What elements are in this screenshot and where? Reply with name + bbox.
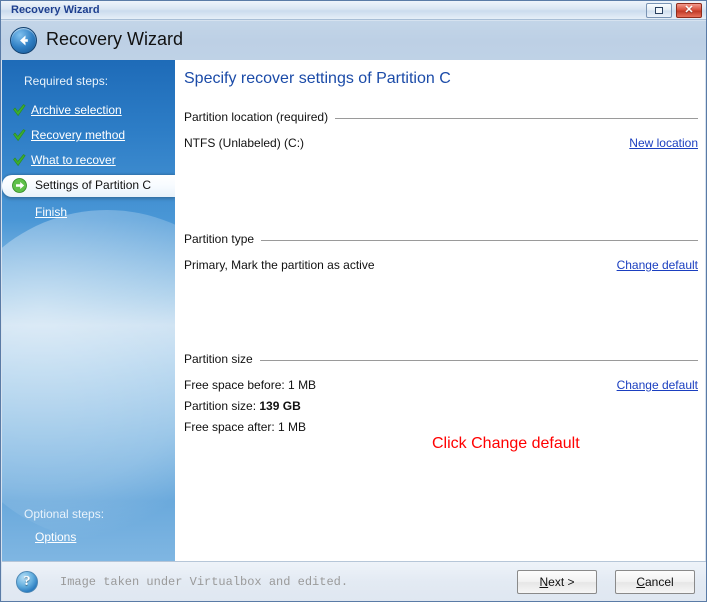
section-heading: Partition size [184,352,260,366]
section-divider [184,240,698,241]
sidebar-item-options[interactable]: Options [35,530,76,544]
page-title: Specify recover settings of Partition C [184,70,451,87]
wizard-sidebar: Required steps: Archive selection Recove… [2,60,175,561]
check-icon [12,128,27,143]
section-heading: Partition type [184,232,262,246]
sidebar-item-label: Finish [35,205,68,219]
partition-size-number: 139 GB [259,399,301,413]
section-partition-type: Partition type Primary, Mark the partiti… [184,232,698,275]
close-icon: ✕ [684,4,694,16]
required-steps-label: Required steps: [24,74,109,88]
sidebar-item-label: Recovery method [31,128,126,142]
partition-type-value: Primary, Mark the partition as active [184,258,375,272]
section-divider [184,360,698,361]
free-space-before-row: Free space before: 1 MB Change default [184,378,698,395]
partition-type-row: Primary, Mark the partition as active Ch… [184,258,698,275]
restore-button[interactable] [646,3,672,18]
next-button-label: ext > [548,575,575,589]
sidebar-item-what-to-recover[interactable]: What to recover [2,150,175,172]
title-bar: Recovery Wizard ✕ [1,1,706,20]
partition-size-value: Partition size: 139 GB [184,399,301,413]
section-header: Partition size [184,352,698,368]
section-header: Partition location (required) [184,110,698,126]
partition-size-prefix: Partition size: [184,399,260,413]
section-header: Partition type [184,232,698,248]
sidebar-item-recovery-method[interactable]: Recovery method [2,125,175,147]
annotation-text: Click Change default [432,435,580,452]
next-button-mnemonic: N [539,575,549,589]
sidebar-item-archive-selection[interactable]: Archive selection [2,100,175,122]
partition-size-row: Partition size: 139 GB [184,399,698,416]
app-header-title: Recovery Wizard [46,29,184,49]
check-icon [12,103,27,118]
recovery-wizard-window: Recovery Wizard ✕ Recovery Wizard Requir… [0,0,707,602]
optional-steps-label: Optional steps: [24,507,105,521]
change-default-type-link[interactable]: Change default [617,258,698,272]
partition-location-row: NTFS (Unlabeled) (C:) New location [184,136,698,153]
new-location-link[interactable]: New location [629,136,698,150]
app-header: Recovery Wizard [1,21,706,60]
section-heading: Partition location (required) [184,110,336,124]
check-icon [12,153,27,168]
change-default-size-link[interactable]: Change default [617,378,698,392]
cancel-button[interactable]: Cancel [615,570,695,594]
main-content: Specify recover settings of Partition C … [175,60,705,561]
sidebar-item-label: Settings of Partition C [35,178,152,192]
green-arrow-icon [12,178,27,193]
help-question-icon[interactable]: ? [16,571,38,593]
free-space-before-value: Free space before: 1 MB [184,378,317,392]
cancel-button-label: ancel [644,575,674,589]
partition-location-value: NTFS (Unlabeled) (C:) [184,136,305,150]
cancel-button-mnemonic: C [636,575,645,589]
dialog-footer: ? Image taken under Virtualbox and edite… [2,561,706,601]
window-title: Recovery Wizard [11,4,100,16]
next-button[interactable]: Next > [517,570,597,594]
restore-icon [655,7,663,14]
status-text: Image taken under Virtualbox and edited. [60,575,349,589]
close-button[interactable]: ✕ [676,3,702,18]
sidebar-item-settings-of-partition-c[interactable]: Settings of Partition C [2,175,175,197]
sidebar-item-finish[interactable]: Finish [2,202,175,224]
back-arrow-icon[interactable] [10,27,37,54]
section-partition-size: Partition size Free space before: 1 MB C… [184,352,698,437]
section-partition-location: Partition location (required) NTFS (Unla… [184,110,698,153]
free-space-after-value: Free space after: 1 MB [184,420,307,434]
sidebar-item-label: What to recover [31,153,116,167]
sidebar-item-label: Archive selection [31,103,122,117]
